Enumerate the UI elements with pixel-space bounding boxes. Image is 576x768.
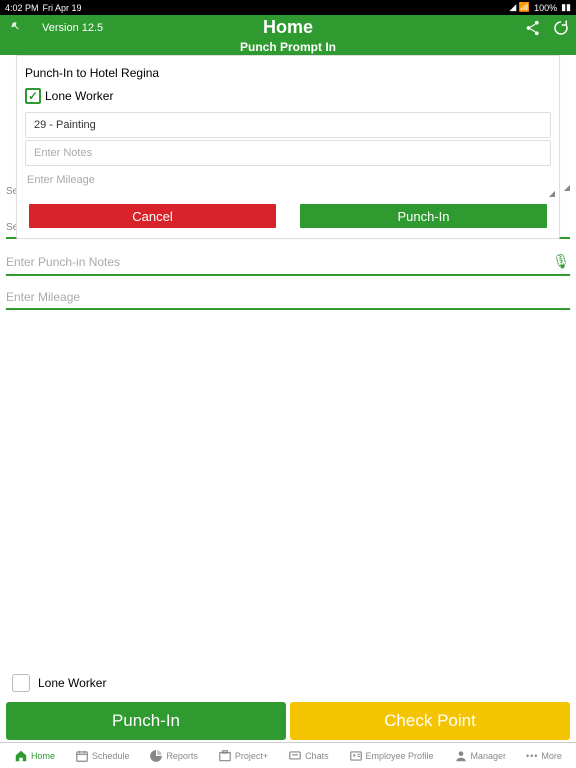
page-subtitle: Punch Prompt In	[0, 40, 576, 54]
tab-schedule-label: Schedule	[92, 751, 130, 761]
tab-bar: Home Schedule Reports Project+ Chats Emp…	[0, 742, 576, 768]
tab-reports-label: Reports	[166, 751, 198, 761]
project-icon	[218, 749, 232, 763]
home-icon	[14, 749, 28, 763]
tab-more[interactable]: ••• More	[526, 751, 562, 761]
tab-manager[interactable]: Manager	[454, 749, 507, 763]
mic-icon[interactable]: 🎙	[552, 253, 570, 270]
pin-icon[interactable]	[6, 19, 24, 37]
status-time: 4:02 PM	[5, 3, 39, 13]
lone-worker-label: Lone Worker	[45, 89, 113, 103]
status-bar: 4:02 PM Fri Apr 19 ◢ 📶 100% ▮▮	[0, 0, 576, 15]
reports-icon	[149, 749, 163, 763]
share-icon[interactable]	[524, 19, 542, 42]
tab-profile[interactable]: Employee Profile	[349, 749, 434, 763]
modal-title: Punch-In to Hotel Regina	[17, 64, 559, 86]
lone-worker-checkbox[interactable]: ✓	[25, 88, 41, 104]
tab-schedule[interactable]: Schedule	[75, 749, 130, 763]
tab-home-label: Home	[31, 751, 55, 761]
punch-in-button[interactable]: Punch-In	[6, 702, 286, 740]
notes-input[interactable]: Enter Notes	[25, 140, 551, 166]
check-point-button[interactable]: Check Point	[290, 702, 570, 740]
bg-notes-placeholder: Enter Punch-in Notes	[6, 255, 552, 269]
wifi-icon: ◢ 📶	[509, 2, 530, 13]
bottom-action-area: Lone Worker Punch-In Check Point	[6, 674, 570, 740]
lone-worker-bottom-row[interactable]: Lone Worker	[6, 674, 570, 692]
tab-chats[interactable]: Chats	[288, 749, 329, 763]
calendar-icon	[75, 749, 89, 763]
bg-notes-field[interactable]: Enter Punch-in Notes 🎙	[6, 253, 570, 276]
punch-prompt-modal: Punch-In to Hotel Regina ✓ Lone Worker 2…	[16, 55, 560, 239]
manager-icon	[454, 749, 468, 763]
tab-chats-label: Chats	[305, 751, 329, 761]
lone-worker-bottom-checkbox[interactable]	[12, 674, 30, 692]
dropdown-caret-icon: ◢	[564, 183, 570, 192]
lone-worker-checkbox-row[interactable]: ✓ Lone Worker	[17, 86, 559, 110]
bg-mileage-field[interactable]: Enter Mileage	[6, 290, 570, 310]
more-icon: •••	[526, 751, 538, 761]
lone-worker-bottom-label: Lone Worker	[38, 676, 106, 690]
battery-percent: 100%	[534, 3, 557, 13]
cancel-button[interactable]: Cancel	[29, 204, 276, 228]
dropdown-caret-icon: ◢	[549, 189, 555, 198]
profile-icon	[349, 749, 363, 763]
status-date: Fri Apr 19	[43, 3, 82, 13]
refresh-icon[interactable]	[552, 19, 570, 42]
battery-icon: ▮▮	[561, 2, 571, 13]
mileage-input[interactable]: Enter Mileage	[25, 168, 551, 192]
app-header: Version 12.5 Home Punch Prompt In	[0, 15, 576, 55]
version-label: Version 12.5	[42, 22, 103, 34]
task-select[interactable]: 29 - Painting	[25, 112, 551, 138]
modal-punch-in-button[interactable]: Punch-In	[300, 204, 547, 228]
tab-manager-label: Manager	[471, 751, 507, 761]
tab-profile-label: Employee Profile	[366, 751, 434, 761]
tab-project[interactable]: Project+	[218, 749, 268, 763]
tab-more-label: More	[541, 751, 562, 761]
chat-icon	[288, 749, 302, 763]
tab-home[interactable]: Home	[14, 749, 55, 763]
tab-reports[interactable]: Reports	[149, 749, 198, 763]
tab-project-label: Project+	[235, 751, 268, 761]
